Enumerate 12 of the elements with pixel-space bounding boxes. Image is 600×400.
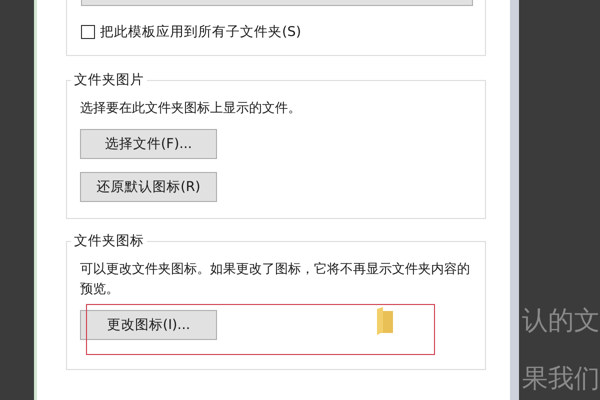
folder-icon bbox=[375, 307, 395, 335]
background-text: 认的文 bbox=[522, 306, 600, 336]
checkbox[interactable] bbox=[81, 25, 95, 40]
description-text: 选择要在此文件夹图标上显示的文件。 bbox=[80, 100, 302, 118]
action-button[interactable]: 还原默认图标(R) bbox=[80, 172, 217, 202]
group-title: 文件夹图标 bbox=[71, 232, 147, 250]
action-button[interactable]: 选择文件(F)... bbox=[80, 129, 217, 159]
background-text: 果我们 bbox=[522, 364, 600, 394]
description-text: 可以更改文件夹图标。如果更改了图标，它将不再显示文件夹内容的预览。 bbox=[80, 261, 471, 299]
group-title: 文件夹图片 bbox=[71, 71, 147, 89]
checkbox-label[interactable]: 把此模板应用到所有子文件夹(S) bbox=[100, 22, 302, 42]
action-button[interactable]: 更改图标(I)... bbox=[80, 310, 217, 340]
